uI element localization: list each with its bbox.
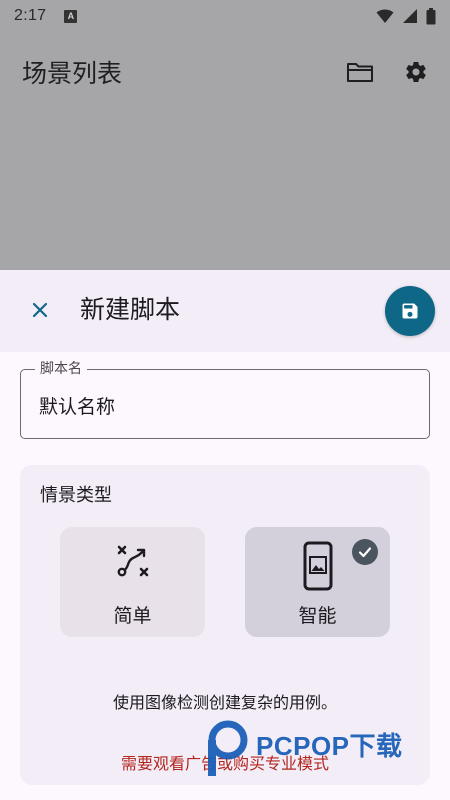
close-icon (32, 302, 48, 318)
watermark-logo: PCPOP下载 (200, 718, 440, 778)
cell-signal-icon (403, 9, 417, 23)
battery-icon (426, 7, 436, 24)
script-name-label: 脚本名 (35, 360, 87, 378)
option-smart[interactable]: 智能 (245, 527, 390, 637)
app-bar-actions (346, 60, 428, 84)
app-bar: 场景列表 (0, 40, 450, 104)
script-name-field[interactable]: 脚本名 (20, 360, 430, 439)
save-icon (402, 303, 418, 319)
scenario-type-title: 情景类型 (40, 485, 112, 506)
gear-icon[interactable] (404, 60, 428, 84)
phone-image-icon (245, 541, 390, 591)
wifi-icon (376, 9, 394, 23)
route-icon (60, 541, 205, 581)
page-title: 场景列表 (22, 59, 123, 88)
sheet-title: 新建脚本 (80, 295, 181, 324)
watermark-text: PCPOP下载 (256, 731, 403, 761)
status-time: 2:17 (14, 7, 47, 24)
option-smart-label: 智能 (298, 605, 337, 627)
option-simple[interactable]: 简单 (60, 527, 205, 637)
close-button[interactable] (22, 292, 58, 328)
sheet-header: 新建脚本 (0, 270, 450, 352)
folder-icon[interactable] (346, 61, 374, 83)
option-simple-label: 简单 (113, 605, 152, 627)
status-bar: 2:17 A (0, 0, 450, 32)
notification-icon: A (64, 9, 78, 23)
scenario-description: 使用图像检测创建复杂的用例。 (112, 693, 337, 712)
script-name-input[interactable] (39, 388, 409, 422)
status-icons (376, 7, 436, 25)
save-button[interactable] (385, 286, 435, 336)
pcpop-logo-icon (208, 720, 248, 776)
